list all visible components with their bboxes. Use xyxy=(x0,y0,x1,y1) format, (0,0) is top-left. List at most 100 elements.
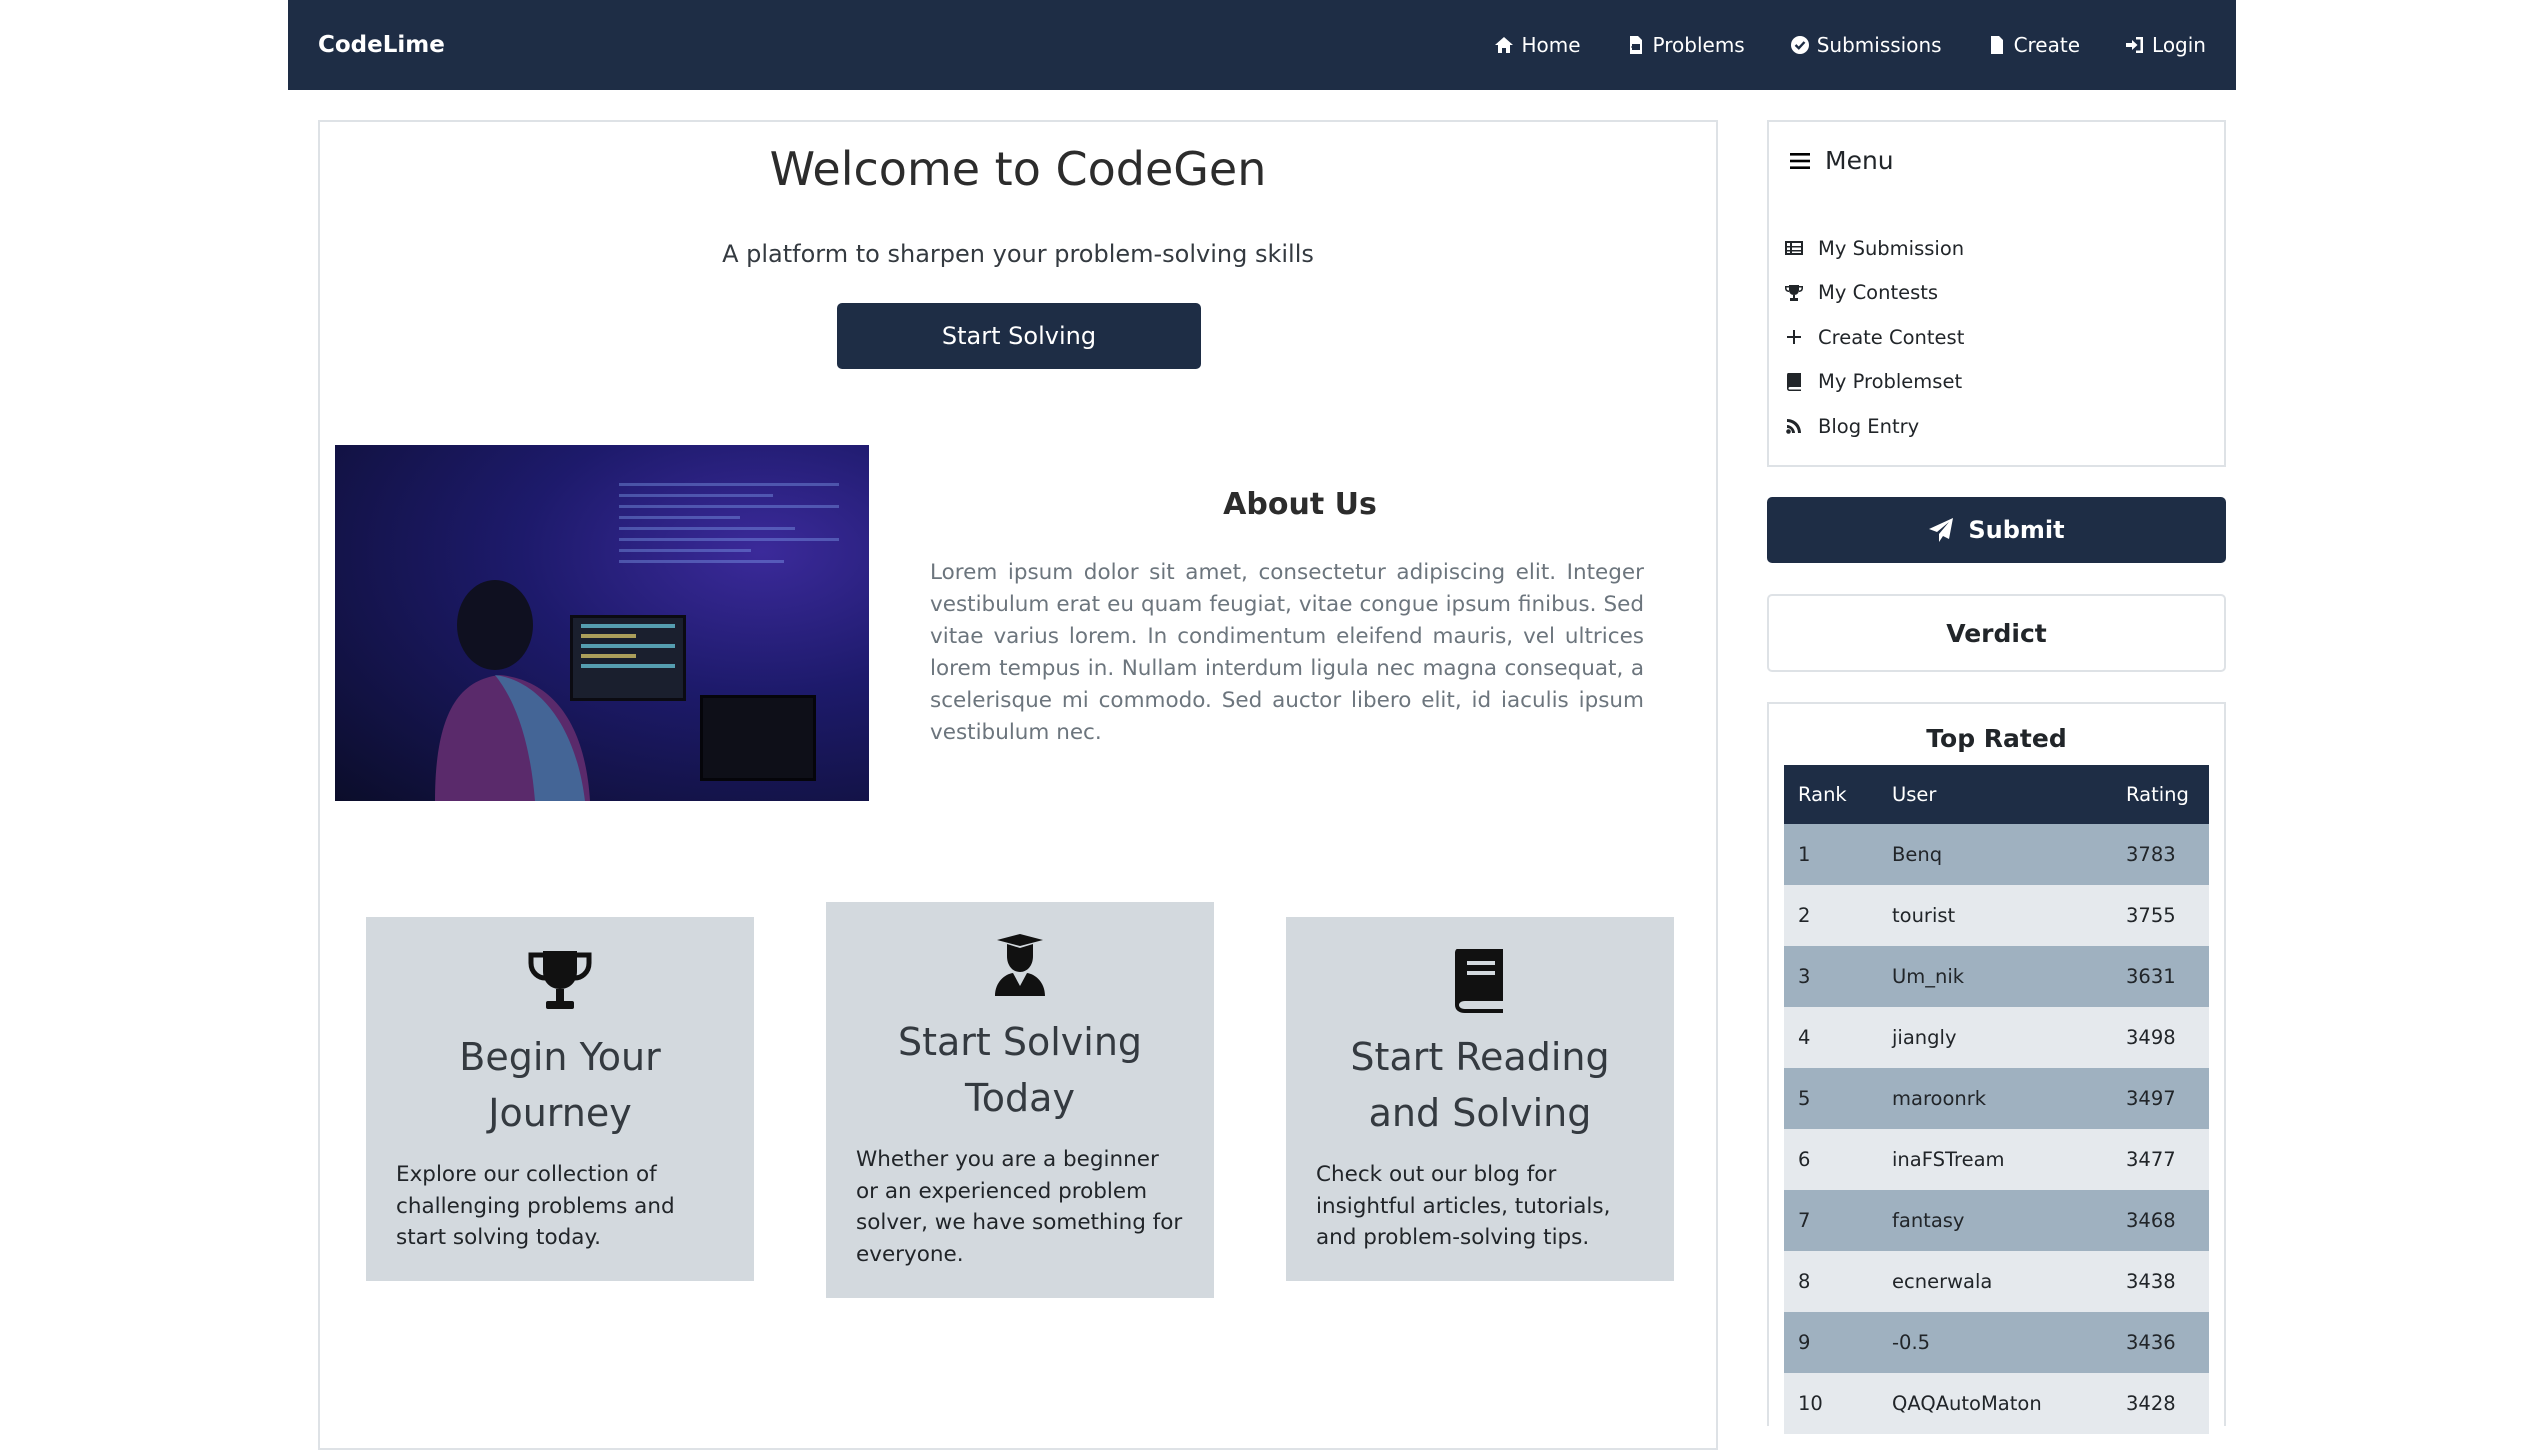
rank-cell: 9 xyxy=(1784,1312,1878,1373)
table-row: 5 maroonrk 3497 xyxy=(1784,1068,2209,1129)
trophy-icon xyxy=(528,951,592,1009)
rating-cell: 3436 xyxy=(2112,1312,2209,1373)
rank-cell: 5 xyxy=(1784,1068,1878,1129)
submit-label: Submit xyxy=(1968,516,2065,544)
file-code-icon xyxy=(1629,36,1642,54)
top-rated-title: Top Rated xyxy=(1926,724,2067,753)
nav-problems[interactable]: Problems xyxy=(1626,33,1745,57)
brand-logo[interactable]: CodeLime xyxy=(318,32,1449,58)
rating-cell: 3477 xyxy=(2112,1129,2209,1190)
hamburger-icon xyxy=(1790,152,1810,169)
sidebar-item-label: Create Contest xyxy=(1818,325,1965,349)
header-rating: Rating xyxy=(2112,765,2209,824)
menu-title: Menu xyxy=(1825,146,1894,175)
about-text: Lorem ipsum dolor sit amet, consectetur … xyxy=(930,560,1644,745)
menu-list: My Submission My Contests Create Contest… xyxy=(1784,226,1964,449)
table-row: 1 Benq 3783 xyxy=(1784,824,2209,885)
card-title: Start Solving Today xyxy=(897,1020,1143,1120)
nav-menu: Home Problems Submissions Create Login xyxy=(1449,33,2206,57)
submit-button[interactable]: Submit xyxy=(1767,497,2226,563)
plus-icon xyxy=(1787,330,1801,345)
user-cell[interactable]: Um_nik xyxy=(1878,946,2112,1007)
sidebar-item-blog-entry[interactable]: Blog Entry xyxy=(1784,404,1964,449)
rating-cell: 3497 xyxy=(2112,1068,2209,1129)
card-text: Explore our collection of challenging pr… xyxy=(396,1162,675,1250)
card-text: Whether you are a beginner or an experie… xyxy=(856,1147,1183,1267)
feature-card-reading: Start Reading and Solving Check out our … xyxy=(1286,917,1674,1281)
nav-submissions-label: Submissions xyxy=(1816,33,1942,57)
user-cell[interactable]: ecnerwala xyxy=(1878,1251,2112,1312)
card-title: Begin Your Journey xyxy=(459,1035,661,1135)
user-cell[interactable]: jiangly xyxy=(1878,1007,2112,1068)
paper-plane-icon xyxy=(1929,518,1954,542)
nav-login-label: Login xyxy=(2152,33,2206,57)
top-rated-table: Rank User Rating 1 Benq 3783 2 tourist 3755 … xyxy=(1784,765,2209,1434)
nav-home[interactable]: Home xyxy=(1494,33,1581,57)
rating-cell: 3631 xyxy=(2112,946,2209,1007)
rank-cell: 10 xyxy=(1784,1373,1878,1434)
sidebar-item-label: My Contests xyxy=(1818,281,1939,305)
main-content: Welcome to CodeGen A platform to sharpen… xyxy=(318,120,1718,1450)
blog-icon xyxy=(1786,419,1801,435)
page-title: Welcome to CodeGen xyxy=(769,142,1267,196)
navbar: CodeLime Home Problems Submissions Creat… xyxy=(288,0,2236,90)
sidebar-item-my-contests[interactable]: My Contests xyxy=(1784,271,1964,316)
rank-cell: 7 xyxy=(1784,1190,1878,1251)
rating-cell: 3468 xyxy=(2112,1190,2209,1251)
table-row: 4 jiangly 3498 xyxy=(1784,1007,2209,1068)
sidebar-item-create-contest[interactable]: Create Contest xyxy=(1784,315,1964,360)
sidebar-item-my-problemset[interactable]: My Problemset xyxy=(1784,360,1964,405)
login-icon xyxy=(2126,37,2144,53)
check-circle-icon xyxy=(1790,36,1809,54)
rating-cell: 3498 xyxy=(2112,1007,2209,1068)
about-image xyxy=(335,445,869,801)
rating-cell: 3428 xyxy=(2112,1373,2209,1434)
graduate-icon xyxy=(995,934,1045,996)
table-row: 2 tourist 3755 xyxy=(1784,885,2209,946)
user-cell[interactable]: Benq xyxy=(1878,824,2112,885)
card-title: Start Reading and Solving xyxy=(1350,1035,1610,1135)
nav-login[interactable]: Login xyxy=(2125,33,2206,57)
user-cell[interactable]: maroonrk xyxy=(1878,1068,2112,1129)
user-cell[interactable]: fantasy xyxy=(1878,1190,2112,1251)
code-background xyxy=(619,475,839,571)
user-cell[interactable]: tourist xyxy=(1878,885,2112,946)
nav-create[interactable]: Create xyxy=(1987,33,2080,57)
rank-cell: 2 xyxy=(1784,885,1878,946)
nav-submissions[interactable]: Submissions xyxy=(1790,33,1942,57)
table-row: 7 fantasy 3468 xyxy=(1784,1190,2209,1251)
laptop-graphic xyxy=(700,695,816,781)
rank-cell: 4 xyxy=(1784,1007,1878,1068)
nav-problems-label: Problems xyxy=(1652,33,1745,57)
sidebar-menu: Menu My Submission My Contests Create Co… xyxy=(1767,120,2226,467)
user-cell[interactable]: inaFSTream xyxy=(1878,1129,2112,1190)
about-title: About Us xyxy=(1223,487,1377,522)
start-solving-button[interactable]: Start Solving xyxy=(837,303,1201,369)
table-row: 9 -0.5 3436 xyxy=(1784,1312,2209,1373)
sidebar-item-label: My Submission xyxy=(1818,236,1965,260)
rank-cell: 6 xyxy=(1784,1129,1878,1190)
feature-card-journey: Begin Your Journey Explore our collectio… xyxy=(366,917,754,1281)
user-cell[interactable]: -0.5 xyxy=(1878,1312,2112,1373)
table-icon xyxy=(1785,241,1803,256)
rating-cell: 3783 xyxy=(2112,824,2209,885)
table-row: 6 inaFSTream 3477 xyxy=(1784,1129,2209,1190)
sidebar-item-label: Blog Entry xyxy=(1818,414,1920,438)
card-text: Check out our blog for insightful articl… xyxy=(1316,1162,1611,1250)
verdict-button[interactable]: Verdict xyxy=(1767,594,2226,672)
nav-home-label: Home xyxy=(1521,33,1581,57)
person-silhouette xyxy=(435,580,590,801)
feature-card-solving: Start Solving Today Whether you are a be… xyxy=(826,902,1214,1298)
nav-create-label: Create xyxy=(2013,33,2081,57)
user-cell[interactable]: QAQAutoMaton xyxy=(1878,1373,2112,1434)
rank-cell: 8 xyxy=(1784,1251,1878,1312)
table-row: 8 ecnerwala 3438 xyxy=(1784,1251,2209,1312)
file-icon xyxy=(1990,36,2003,54)
sidebar-item-my-submission[interactable]: My Submission xyxy=(1784,226,1964,271)
header-rank: Rank xyxy=(1784,765,1878,824)
rating-cell: 3755 xyxy=(2112,885,2209,946)
book-icon xyxy=(1455,949,1503,1013)
table-row: 3 Um_nik 3631 xyxy=(1784,946,2209,1007)
top-rated-panel: Top Rated Rank User Rating 1 Benq 3783 2 to… xyxy=(1767,702,2226,1434)
page-subtitle: A platform to sharpen your problem-solvi… xyxy=(722,240,1314,268)
